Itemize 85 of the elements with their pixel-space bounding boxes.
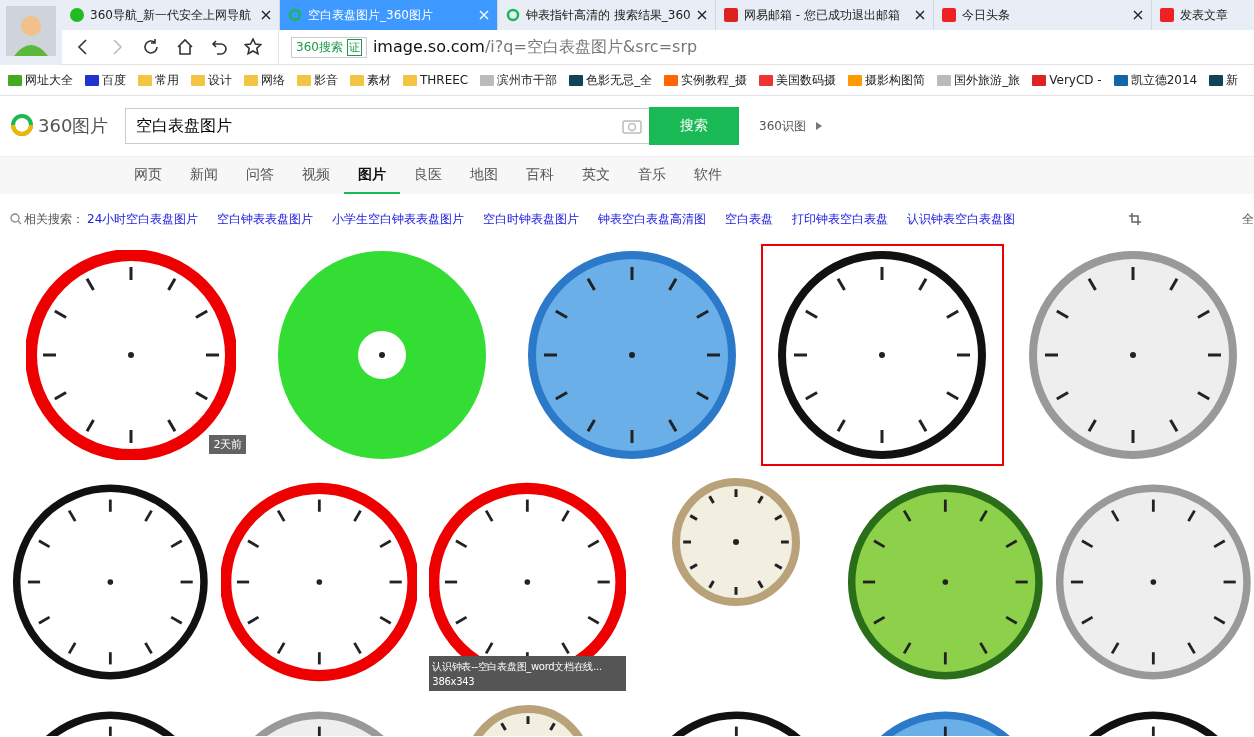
bookmark-icon xyxy=(664,73,679,87)
bookmark-icon xyxy=(759,73,774,87)
related-link[interactable]: 认识钟表空白表盘图 xyxy=(907,210,1016,228)
tab-icon xyxy=(70,8,84,22)
related-link[interactable]: 空白表盘 xyxy=(725,210,774,228)
close-icon[interactable] xyxy=(915,10,925,20)
related-label: 相关搜索： xyxy=(24,210,84,228)
home-icon[interactable] xyxy=(176,38,194,56)
bookmark[interactable]: 国外旅游_旅 xyxy=(937,71,1021,89)
reload-icon[interactable] xyxy=(142,38,160,56)
nav-tab[interactable]: 视频 xyxy=(288,157,344,194)
bookmark-icon xyxy=(848,73,863,87)
bookmark-icon xyxy=(85,73,99,87)
tab-title: 钟表指针高清的 搜索结果_360 xyxy=(526,6,691,24)
nav-tab[interactable]: 问答 xyxy=(232,157,288,194)
tab-icon xyxy=(506,8,520,22)
triangle-icon xyxy=(815,122,822,130)
bookmark-icon xyxy=(480,73,495,87)
related-link[interactable]: 空白时钟表盘图片 xyxy=(483,210,580,228)
tab-title: 360导航_新一代安全上网导航 xyxy=(90,6,252,24)
related-link[interactable]: 钟表空白表盘高清图 xyxy=(598,210,707,228)
bookmark[interactable]: 网络 xyxy=(244,71,285,89)
bookmark[interactable]: 素材 xyxy=(350,71,391,89)
bookmark[interactable]: VeryCD - xyxy=(1032,73,1102,87)
folder-icon xyxy=(350,73,364,87)
bookmark-icon xyxy=(1209,73,1224,87)
undo-icon[interactable] xyxy=(210,38,228,56)
tab-title: 发表文章 xyxy=(1180,6,1229,24)
nav-tab[interactable]: 软件 xyxy=(680,157,736,194)
bookmark[interactable]: THREEC xyxy=(403,73,469,87)
related-link[interactable]: 空白钟表表盘图片 xyxy=(217,210,314,228)
close-icon[interactable] xyxy=(697,10,707,20)
nav-tab[interactable]: 图片 xyxy=(344,157,400,194)
nav-tab[interactable]: 地图 xyxy=(456,157,512,194)
crop-tool-label[interactable]: 全 xyxy=(1242,210,1254,228)
bookmark-icon xyxy=(1113,73,1128,87)
search-engine-badge[interactable]: 360搜索 证 xyxy=(291,36,367,58)
image-result[interactable] xyxy=(761,244,1004,466)
tab-title: 空白表盘图片_360图片 xyxy=(308,6,434,24)
folder-icon xyxy=(403,73,417,87)
nav-tab[interactable]: 网页 xyxy=(120,157,176,194)
folder-icon xyxy=(138,73,152,87)
url-text[interactable]: image.so.com/i?q=空白表盘图片&src=srp xyxy=(372,36,698,58)
folder-icon xyxy=(191,73,205,87)
nav-tab[interactable]: 良医 xyxy=(400,157,456,194)
bookmark[interactable]: 百度 xyxy=(85,71,126,89)
tab-icon xyxy=(724,8,738,22)
tab-icon xyxy=(288,8,302,22)
bookmark-icon xyxy=(937,73,952,87)
logo[interactable]: 360图片 xyxy=(10,113,115,139)
bookmark[interactable]: 设计 xyxy=(191,71,232,89)
close-icon[interactable] xyxy=(1133,10,1143,20)
folder-icon xyxy=(244,73,258,87)
search-icon xyxy=(10,213,22,225)
bookmark[interactable]: 滨州市干部 xyxy=(480,71,558,89)
star-icon[interactable] xyxy=(244,38,262,56)
bookmark[interactable]: 网址大全 xyxy=(8,71,73,89)
bookmark[interactable]: 凯立德2014 xyxy=(1113,71,1198,89)
bookmark-icon xyxy=(8,73,22,87)
related-link[interactable]: 打印钟表空白表盘 xyxy=(792,210,889,228)
bookmark[interactable]: 色影无忌_全 xyxy=(569,71,653,89)
bookmark[interactable]: 新 xyxy=(1209,71,1239,89)
crop-icon[interactable] xyxy=(1128,213,1141,225)
tab-title: 网易邮箱 - 您已成功退出邮箱 xyxy=(744,6,901,24)
nav-tab[interactable]: 英文 xyxy=(568,157,624,194)
bookmark[interactable]: 美国数码摄 xyxy=(759,71,837,89)
bookmark[interactable]: 实例教程_摄 xyxy=(664,71,748,89)
nav-tab[interactable]: 百科 xyxy=(512,157,568,194)
related-link[interactable]: 24小时空白表盘图片 xyxy=(87,210,199,228)
image-caption: 认识钟表--空白表盘图_word文档在线... 386x343 xyxy=(429,656,626,691)
time-badge: 2天前 xyxy=(209,435,247,454)
nav-tab[interactable]: 新闻 xyxy=(176,157,232,194)
bookmark[interactable]: 影音 xyxy=(297,71,338,89)
bookmark-icon xyxy=(1032,73,1047,87)
folder-icon xyxy=(297,73,311,87)
tab-icon xyxy=(1160,8,1174,22)
nav-tab[interactable]: 音乐 xyxy=(624,157,680,194)
image-recognition-link[interactable]: 360识图 xyxy=(759,117,806,135)
tab-title: 今日头条 xyxy=(962,6,1011,24)
related-link[interactable]: 小学生空白钟表表盘图片 xyxy=(332,210,465,228)
bookmark[interactable]: 常用 xyxy=(138,71,179,89)
tab-icon xyxy=(942,8,956,22)
bookmark-icon xyxy=(569,73,584,87)
bookmark[interactable]: 摄影构图简 xyxy=(848,71,926,89)
close-icon[interactable] xyxy=(261,10,271,20)
